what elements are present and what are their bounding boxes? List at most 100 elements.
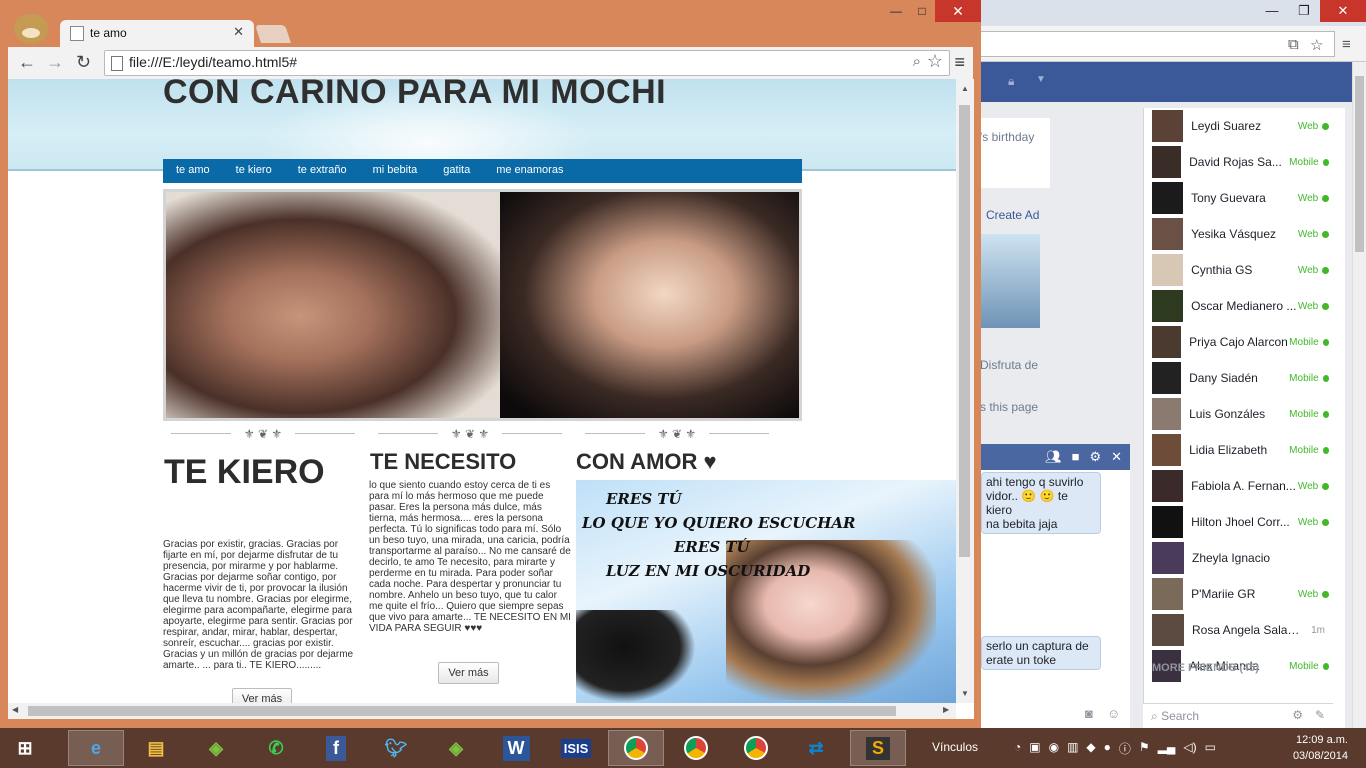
internet-explorer-icon[interactable]: e (68, 730, 124, 766)
gear-icon[interactable]: ⚙ (1089, 449, 1101, 465)
menu-icon[interactable]: ≡ (954, 52, 965, 73)
buddy-row[interactable]: Zheyla Ignacio (1144, 540, 1345, 576)
search-input[interactable]: Search (1161, 709, 1199, 723)
menu-icon[interactable]: ≡ (1342, 36, 1351, 53)
back-icon[interactable]: ← (18, 52, 36, 73)
buddy-row[interactable]: David Rojas Sa... Mobile (1144, 144, 1345, 180)
whatsapp-icon[interactable]: ✆ (248, 730, 304, 766)
nav-te-extrano[interactable]: te extraño (285, 159, 360, 183)
tray-app-icon[interactable]: ▥ (1067, 740, 1078, 757)
new-tab-button[interactable] (255, 25, 291, 43)
minimize-icon[interactable]: — (1256, 0, 1288, 22)
links-toolbar[interactable]: Vínculos (932, 740, 978, 754)
video-icon[interactable]: ■ (1072, 449, 1080, 465)
bluestacks-icon[interactable]: ◈ (428, 730, 484, 766)
file-explorer-icon[interactable]: ▤ (128, 730, 184, 766)
nav-te-amo[interactable]: te amo (163, 159, 223, 183)
buddy-row[interactable]: Priya Cajo Alarcon Mobile (1144, 324, 1345, 360)
facebook-icon[interactable]: f (308, 730, 364, 766)
buddy-row[interactable]: Fabiola A. Fernan... Web (1144, 468, 1345, 504)
close-icon[interactable]: ✕ (935, 0, 981, 22)
translate-icon[interactable]: ⧉ (1288, 36, 1299, 53)
nav-gatita[interactable]: gatita (430, 159, 483, 183)
buddy-row[interactable]: Oscar Medianero ... Web (1144, 288, 1345, 324)
isis-icon[interactable]: ISIS (548, 730, 604, 766)
chrome-icon[interactable] (608, 730, 664, 766)
tab-close-icon[interactable]: ✕ (233, 24, 244, 40)
add-friend-icon[interactable]: 👥︎ (1045, 449, 1062, 465)
chrome-icon[interactable] (728, 730, 784, 766)
chevron-down-icon[interactable]: ▼ (1036, 74, 1046, 85)
fb-scrollbar[interactable] (1352, 62, 1366, 728)
minimize-icon[interactable]: — (883, 0, 909, 22)
buddy-row[interactable]: Luis Gonzáles Mobile (1144, 396, 1345, 432)
tray-app-icon[interactable]: ▣ (1029, 740, 1040, 757)
vertical-scrollbar[interactable]: ▲ ▼ (956, 79, 974, 703)
buddy-row[interactable]: Cynthia GS Web (1144, 252, 1345, 288)
action-center-icon[interactable]: ▭ (1205, 740, 1216, 757)
close-icon[interactable]: ✕ (1111, 449, 1122, 465)
nav-mi-bebita[interactable]: mi bebita (360, 159, 431, 183)
nav-te-kiero[interactable]: te kiero (223, 159, 285, 183)
buddy-row[interactable]: Yesika Vásquez Web (1144, 216, 1345, 252)
url-text[interactable]: file:///E:/leydi/teamo.html5# (129, 54, 297, 70)
ad-text: Disfruta de (980, 358, 1039, 372)
volume-icon[interactable]: ◁) (1183, 740, 1196, 757)
emoji-icon[interactable]: ☺ (1107, 706, 1120, 721)
buddy-row[interactable]: Lidia Elizabeth Mobile (1144, 432, 1345, 468)
info-icon[interactable]: ⓘ (1119, 740, 1131, 757)
tray-app-icon[interactable]: ◉ (1049, 740, 1059, 757)
restore-icon[interactable]: ❐ (1288, 0, 1320, 22)
taskbar: ⊞ e ▤ ◈ ✆ f 🐦︎ ◈ W ISIS ⇄ S Vínculos ◔ ▣… (0, 728, 1366, 768)
ver-mas-button[interactable]: Ver más (438, 662, 499, 684)
gear-icon[interactable]: ⚙ (1292, 708, 1303, 722)
maximize-icon[interactable]: □ (909, 0, 935, 22)
sublime-icon[interactable]: S (850, 730, 906, 766)
nav-me-enamoras[interactable]: me enamoras (483, 159, 576, 183)
bookmark-star-icon[interactable]: ☆ (927, 51, 943, 72)
flag-icon[interactable]: ⚑ (1139, 740, 1150, 757)
clock[interactable]: 12:09 a.m. 03/08/2014 (1284, 732, 1348, 764)
forward-icon[interactable]: → (46, 52, 64, 73)
chrome-icon[interactable] (668, 730, 724, 766)
teamviewer-icon[interactable]: ⇄ (788, 730, 844, 766)
buddy-row[interactable]: Leydi Suarez Web (1144, 108, 1345, 144)
text-te-necesito: lo que siento cuando estoy cerca de ti e… (369, 480, 571, 634)
tray-app-icon[interactable]: ◆ (1086, 740, 1095, 757)
bluestacks-icon[interactable]: ◈ (188, 730, 244, 766)
word-icon[interactable]: W (488, 730, 544, 766)
more-friends-label: MORE FRIENDS (45) (1152, 662, 1259, 674)
buddy-row[interactable]: Dany Siadén Mobile (1144, 360, 1345, 396)
star-icon[interactable]: ☆ (1310, 36, 1323, 54)
reload-icon[interactable]: ↻ (76, 52, 91, 73)
close-icon[interactable]: ✕ (1320, 0, 1366, 22)
camera-icon[interactable]: ◙ (1085, 706, 1093, 721)
buddy-name: Lidia Elizabeth (1189, 443, 1268, 457)
create-ad-link[interactable]: Create Ad (986, 208, 1039, 222)
signal-icon[interactable]: ▂▄ (1158, 740, 1176, 757)
ad-image[interactable] (980, 234, 1040, 328)
compose-icon[interactable]: ✎ (1315, 708, 1325, 722)
network-icon[interactable]: ◔ (1014, 740, 1021, 757)
twitter-icon[interactable]: 🐦︎ (368, 730, 424, 766)
privacy-icon[interactable]: 🔒︎ (1008, 74, 1014, 89)
start-button[interactable]: ⊞ (0, 730, 50, 766)
tab-te-amo[interactable]: te amo ✕ (60, 20, 254, 47)
buddy-row[interactable]: Hilton Jhoel Corr... Web (1144, 504, 1345, 540)
buddy-row[interactable]: Rosa Angela Salaza... 1m (1144, 612, 1345, 648)
tray-app-icon[interactable]: ● (1104, 740, 1111, 757)
scroll-down-icon[interactable]: ▼ (961, 689, 969, 698)
scroll-up-icon[interactable]: ▲ (961, 84, 969, 93)
scroll-thumb[interactable] (959, 105, 970, 557)
scroll-right-icon[interactable]: ▶ (943, 705, 949, 714)
scroll-left-icon[interactable]: ◀ (12, 705, 18, 714)
fb-omnibox[interactable] (980, 31, 1335, 57)
horizontal-scrollbar[interactable]: ◀ ▶ (8, 703, 956, 719)
address-bar[interactable]: file:///E:/leydi/teamo.html5# ⌕ ☆ (104, 50, 950, 76)
search-icon[interactable]: ⌕ (913, 53, 921, 70)
chat-search[interactable]: ⌕ Search ⚙ ✎ (1143, 703, 1333, 728)
scroll-thumb[interactable] (28, 706, 896, 716)
buddy-row[interactable]: Tony Guevara Web (1144, 180, 1345, 216)
buddy-row[interactable]: P'Mariie GR Web (1144, 576, 1345, 612)
profile-avatar-icon[interactable] (14, 14, 48, 44)
